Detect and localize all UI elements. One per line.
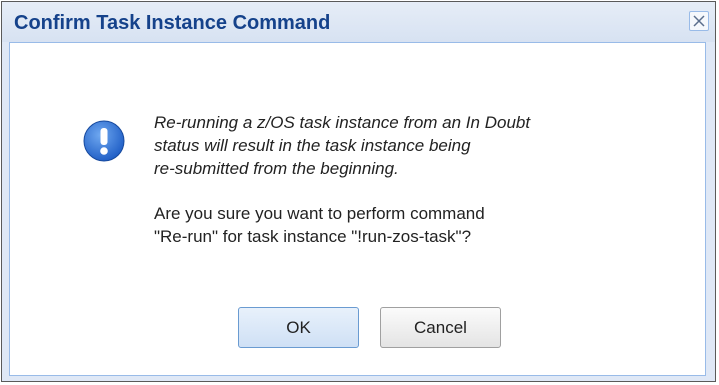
dialog-body: Re-running a z/OS task instance from an … (9, 42, 706, 376)
close-button[interactable] (689, 11, 709, 31)
ok-button[interactable]: OK (238, 307, 359, 348)
question-line: "Re-run" for task instance "!run-zos-tas… (154, 227, 472, 246)
dialog-title: Confirm Task Instance Command (14, 12, 331, 34)
message-spacer (154, 180, 694, 202)
close-icon (693, 15, 705, 27)
question-line: Are you sure you want to perform command (154, 204, 485, 223)
cancel-button[interactable]: Cancel (380, 307, 501, 348)
dialog-message: Re-running a z/OS task instance from an … (154, 111, 694, 248)
warning-line: status will result in the task instance … (154, 136, 471, 155)
warning-line: re-submitted from the beginning. (154, 159, 399, 178)
warning-line: Re-running a z/OS task instance from an … (154, 113, 531, 132)
dialog-titlebar[interactable]: Confirm Task Instance Command (2, 2, 715, 42)
exclamation-info-icon (83, 120, 125, 162)
confirm-dialog: Confirm Task Instance Command Re-running… (1, 1, 716, 382)
